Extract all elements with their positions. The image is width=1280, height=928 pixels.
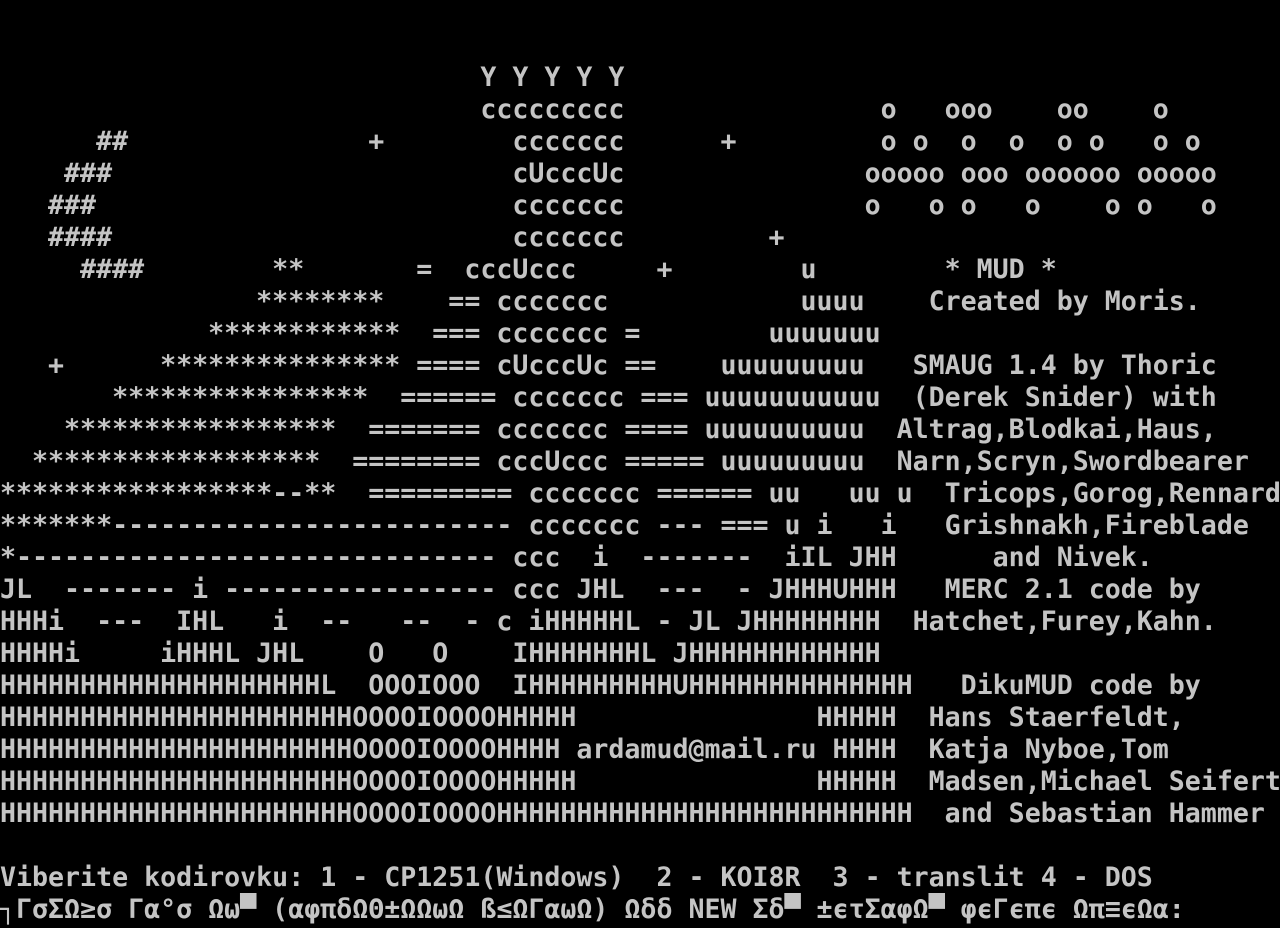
terminal-line: ****************** ======== cccUccc ====… <box>0 446 1249 477</box>
terminal-line: ### cUcccUc ooooo ooo oooooo ooooo <box>0 158 1217 189</box>
terminal-line: Y Y Y Y Y <box>0 62 625 93</box>
terminal-line: JL ------- i ----------------- ccc JHL -… <box>0 574 1201 605</box>
terminal-line: ************ === ccccccc = uuuuuuu <box>0 318 881 349</box>
terminal-line: ## + ccccccc + o o o o o o o o <box>0 126 1201 157</box>
encoding-prompt: Viberite kodirovku: 1 - CP1251(Windows) … <box>0 862 1153 893</box>
terminal-line: HHHHHHHHHHHHHHHHHHHHHHOOOOIOOOOHHHHH HHH… <box>0 766 1280 797</box>
input-prompt-line[interactable]: ┐ΓσΣΩ≥σ Γα°σ Ωω▀ (αφπδΩΘ±ΩΩωΩ ß≤ΩΓαωΩ) Ω… <box>0 894 1280 926</box>
terminal-line: HHHHHHHHHHHHHHHHHHHHL OOOIOOO IHHHHHHHHH… <box>0 670 1201 701</box>
terminal-line: HHHHHHHHHHHHHHHHHHHHHHOOOOIOOOOHHHH arda… <box>0 734 1169 765</box>
terminal-line: ### ccccccc o o o o o o o <box>0 190 1217 221</box>
terminal-line: *****************--** ========= ccccccc … <box>0 478 1280 509</box>
terminal-screen: Y Y Y Y Y ccccccccc o ooo oo o ## + cccc… <box>0 62 1280 926</box>
terminal-line: **************** ====== ccccccc === uuuu… <box>0 382 1217 413</box>
terminal-line: ***************** ======= ccccccc ==== u… <box>0 414 1217 445</box>
terminal-line: HHHi --- IHL i -- -- - c iHHHHHL - JL JH… <box>0 606 1217 637</box>
terminal-line: *******------------------------- ccccccc… <box>0 510 1249 541</box>
terminal-line: #### ** = cccUccc + u * MUD * <box>0 254 1057 285</box>
terminal-line: ccccccccc o ooo oo o <box>0 94 1169 125</box>
terminal-line: HHHHi iHHHL JHL O O IHHHHHHHL JHHHHHHHHH… <box>0 638 881 669</box>
terminal-line: ******** == ccccccc uuuu Created by Mori… <box>0 286 1201 317</box>
terminal-line: HHHHHHHHHHHHHHHHHHHHHHOOOOIOOOOHHHHH HHH… <box>0 702 1185 733</box>
terminal-line: *------------------------------ ccc i --… <box>0 542 1153 573</box>
terminal-line: HHHHHHHHHHHHHHHHHHHHHHOOOOIOOOOHHHHHHHHH… <box>0 798 1265 829</box>
terminal-line: + *************** ==== cUcccUc == uuuuuu… <box>0 350 1217 381</box>
terminal-line: #### ccccccc + <box>0 222 785 253</box>
